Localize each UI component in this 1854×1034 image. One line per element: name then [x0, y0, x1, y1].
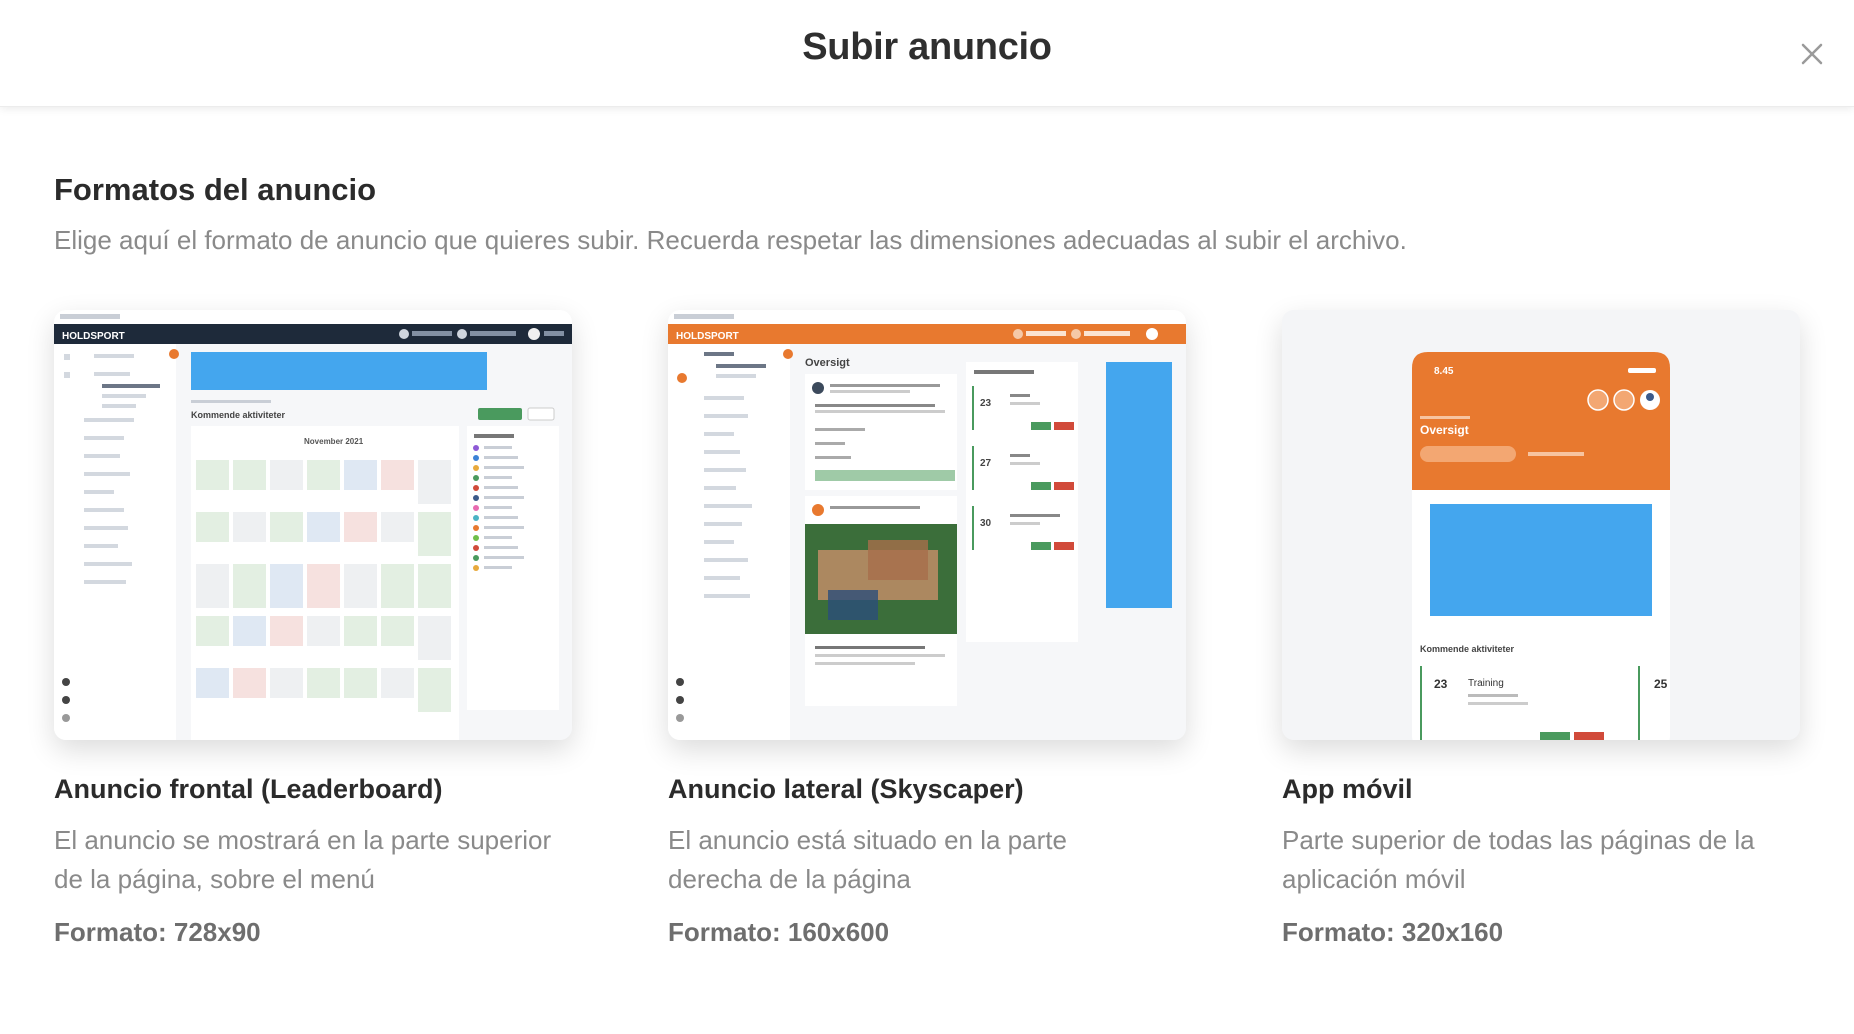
modal-header: Subir anuncio: [0, 0, 1854, 107]
close-button[interactable]: [1792, 34, 1832, 74]
preview-day: 23: [1434, 677, 1448, 691]
format-card-mobile-app[interactable]: 8.45 Oversigt Kommende aktiviteter 23 Tr…: [1282, 310, 1800, 948]
format-card-skyscraper[interactable]: HOLDSPORT Oversigt 23 27 30 Anuncio late…: [668, 310, 1186, 948]
preview-heading: Kommende aktiviteter: [191, 410, 286, 420]
preview-section: Kommende aktiviteter: [1420, 644, 1515, 654]
section-title: Formatos del anuncio: [54, 172, 377, 207]
preview-event: Training: [1468, 678, 1504, 689]
format-description: El anuncio está situado en la parte dere…: [668, 825, 1067, 894]
format-title: Anuncio frontal (Leaderboard): [54, 774, 443, 804]
modal-title: Subir anuncio: [802, 26, 1052, 68]
preview-month: November 2021: [304, 437, 364, 446]
format-description: El anuncio se mostrará en la parte super…: [54, 825, 552, 894]
format-title: Anuncio lateral (Skyscaper): [668, 774, 1024, 804]
format-size: Formato: 160x600: [668, 917, 890, 947]
format-title: App móvil: [1282, 774, 1413, 804]
format-size: Formato: 728x90: [54, 917, 261, 947]
format-description: Parte superior de todas las páginas de l…: [1282, 825, 1755, 894]
section-description: Elige aquí el formato de anuncio que qui…: [54, 225, 1407, 255]
format-size: Formato: 320x160: [1282, 917, 1504, 947]
close-icon: [1801, 43, 1823, 65]
leaderboard-preview: HOLDSPORT Kommende aktiviteter November …: [54, 310, 572, 740]
preview-heading: Oversigt: [805, 357, 850, 369]
skyscraper-preview: HOLDSPORT Oversigt 23 27 30: [668, 310, 1186, 740]
preview-time: 8.45: [1434, 366, 1454, 377]
preview-day: 25: [1654, 677, 1668, 691]
preview-logo: HOLDSPORT: [676, 331, 739, 342]
preview-heading: Oversigt: [1420, 423, 1469, 437]
preview-day: 23: [980, 398, 992, 409]
preview-day: 27: [980, 458, 992, 469]
preview-day: 30: [980, 518, 992, 529]
mobile-app-preview: 8.45 Oversigt Kommende aktiviteter 23 Tr…: [1282, 310, 1800, 740]
format-card-leaderboard[interactable]: HOLDSPORT Kommende aktiviteter November …: [54, 310, 572, 948]
preview-logo: HOLDSPORT: [62, 331, 125, 342]
